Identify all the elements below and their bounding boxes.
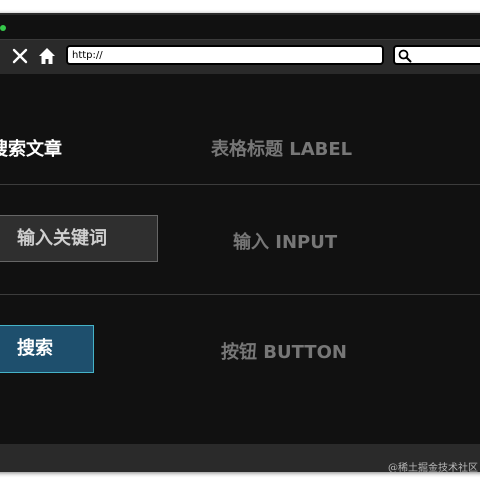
close-icon[interactable]: [10, 46, 30, 66]
page-title: 搜索文章: [0, 139, 62, 160]
page-content: 搜索文章 表格标题 LABEL 输入关键词 输入 INPUT 搜索 按钮 BUT…: [0, 74, 480, 444]
home-icon[interactable]: [37, 46, 57, 66]
url-input[interactable]: [66, 45, 384, 65]
search-button[interactable]: 搜索: [0, 325, 94, 373]
browser-toolbar: [0, 39, 480, 75]
window-control-dot[interactable]: [0, 25, 6, 31]
row-label-input: 输入 INPUT: [233, 232, 338, 253]
browser-window: 搜索文章 表格标题 LABEL 输入关键词 输入 INPUT 搜索 按钮 BUT…: [0, 13, 480, 472]
row-label-button: 按钮 BUTTON: [221, 342, 347, 363]
browser-search-box[interactable]: [393, 45, 480, 65]
row-divider: [0, 184, 480, 185]
row-divider: [0, 294, 480, 295]
watermark-text: @稀土掘金技术社区: [388, 463, 478, 474]
keyword-input[interactable]: 输入关键词: [0, 215, 158, 262]
screenshot-stage: 搜索文章 表格标题 LABEL 输入关键词 输入 INPUT 搜索 按钮 BUT…: [0, 0, 480, 480]
search-icon: [398, 48, 412, 67]
row-label-title: 表格标题 LABEL: [211, 139, 353, 160]
